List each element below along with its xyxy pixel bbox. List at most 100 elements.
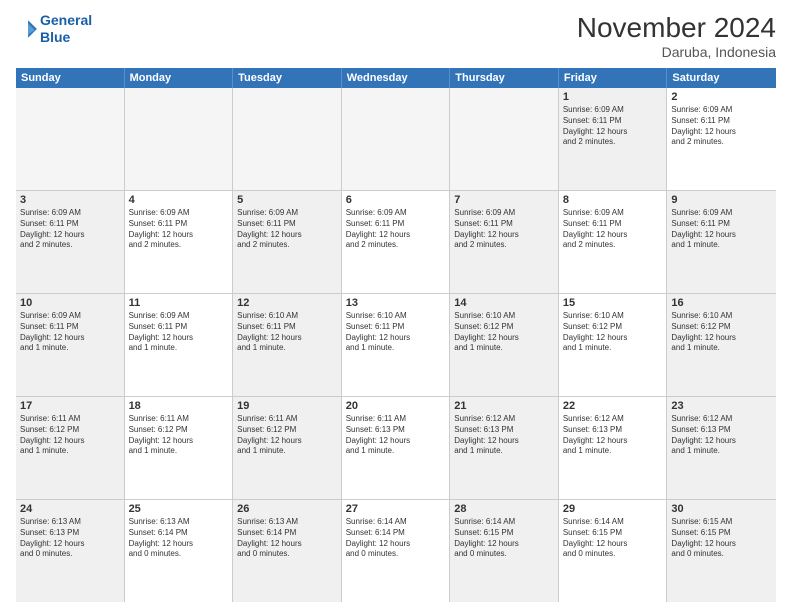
cal-cell-4-2: 26Sunrise: 6:13 AM Sunset: 6:14 PM Dayli… bbox=[233, 500, 342, 602]
cell-detail: Sunrise: 6:12 AM Sunset: 6:13 PM Dayligh… bbox=[563, 414, 663, 457]
day-number: 27 bbox=[346, 503, 446, 515]
cell-detail: Sunrise: 6:09 AM Sunset: 6:11 PM Dayligh… bbox=[346, 208, 446, 251]
cal-cell-4-6: 30 Sunrise: 6:15 AM Sunset: 6:15 PM Dayli… bbox=[667, 500, 776, 602]
cal-cell-2-5: 15Sunrise: 6:10 AM Sunset: 6:12 PM Dayli… bbox=[559, 294, 668, 396]
day-number: 17 bbox=[20, 400, 120, 412]
cell-detail: Sunrise: 6:10 AM Sunset: 6:12 PM Dayligh… bbox=[454, 311, 554, 354]
cal-cell-4-3: 27 Sunrise: 6:14 AM Sunset: 6:14 PM Dayli… bbox=[342, 500, 451, 602]
day-number: 30 bbox=[671, 503, 772, 515]
cal-header-sunday: Sunday bbox=[16, 68, 125, 88]
calendar-header: SundayMondayTuesdayWednesdayThursdayFrid… bbox=[16, 68, 776, 88]
cell-detail: Sunrise: 6:13 AM Sunset: 6:14 PM Dayligh… bbox=[129, 517, 229, 560]
cal-cell-3-2: 19Sunrise: 6:11 AM Sunset: 6:12 PM Dayli… bbox=[233, 397, 342, 499]
cal-cell-2-2: 12 Sunrise: 6:10 AM Sunset: 6:11 PM Dayli… bbox=[233, 294, 342, 396]
day-number: 24 bbox=[20, 503, 120, 515]
day-number: 2 bbox=[671, 91, 772, 103]
subtitle: Daruba, Indonesia bbox=[577, 44, 776, 60]
cal-week-0: 1Sunrise: 6:09 AM Sunset: 6:11 PM Daylig… bbox=[16, 88, 776, 191]
cal-cell-3-4: 21Sunrise: 6:12 AM Sunset: 6:13 PM Dayli… bbox=[450, 397, 559, 499]
cal-cell-2-6: 16Sunrise: 6:10 AM Sunset: 6:12 PM Dayli… bbox=[667, 294, 776, 396]
day-number: 28 bbox=[454, 503, 554, 515]
cell-detail: Sunrise: 6:09 AM Sunset: 6:11 PM Dayligh… bbox=[20, 208, 120, 251]
cal-cell-2-3: 13 Sunrise: 6:10 AM Sunset: 6:11 PM Dayli… bbox=[342, 294, 451, 396]
cal-cell-3-1: 18 Sunrise: 6:11 AM Sunset: 6:12 PM Dayli… bbox=[125, 397, 234, 499]
cell-detail: Sunrise: 6:09 AM Sunset: 6:11 PM Dayligh… bbox=[129, 311, 229, 354]
cell-detail: Sunrise: 6:09 AM Sunset: 6:11 PM Dayligh… bbox=[129, 208, 229, 251]
day-number: 3 bbox=[20, 194, 120, 206]
calendar-body: 1Sunrise: 6:09 AM Sunset: 6:11 PM Daylig… bbox=[16, 88, 776, 602]
day-number: 14 bbox=[454, 297, 554, 309]
day-number: 22 bbox=[563, 400, 663, 412]
cell-detail: Sunrise: 6:09 AM Sunset: 6:11 PM Dayligh… bbox=[563, 105, 663, 148]
day-number: 10 bbox=[20, 297, 120, 309]
cal-header-monday: Monday bbox=[125, 68, 234, 88]
cal-cell-0-0 bbox=[16, 88, 125, 190]
cal-header-thursday: Thursday bbox=[450, 68, 559, 88]
main-title: November 2024 bbox=[577, 12, 776, 44]
cal-cell-2-4: 14 Sunrise: 6:10 AM Sunset: 6:12 PM Dayli… bbox=[450, 294, 559, 396]
cal-week-3: 17 Sunrise: 6:11 AM Sunset: 6:12 PM Dayli… bbox=[16, 397, 776, 500]
day-number: 11 bbox=[129, 297, 229, 309]
cell-detail: Sunrise: 6:12 AM Sunset: 6:13 PM Dayligh… bbox=[454, 414, 554, 457]
cal-cell-4-4: 28Sunrise: 6:14 AM Sunset: 6:15 PM Dayli… bbox=[450, 500, 559, 602]
day-number: 5 bbox=[237, 194, 337, 206]
cell-detail: Sunrise: 6:14 AM Sunset: 6:15 PM Dayligh… bbox=[563, 517, 663, 560]
cell-detail: Sunrise: 6:14 AM Sunset: 6:14 PM Dayligh… bbox=[346, 517, 446, 560]
cal-week-2: 10 Sunrise: 6:09 AM Sunset: 6:11 PM Dayli… bbox=[16, 294, 776, 397]
cal-header-wednesday: Wednesday bbox=[342, 68, 451, 88]
calendar: SundayMondayTuesdayWednesdayThursdayFrid… bbox=[16, 68, 776, 602]
logo-icon bbox=[16, 18, 38, 40]
cell-detail: Sunrise: 6:09 AM Sunset: 6:11 PM Dayligh… bbox=[671, 105, 772, 148]
cal-cell-4-5: 29 Sunrise: 6:14 AM Sunset: 6:15 PM Dayli… bbox=[559, 500, 668, 602]
day-number: 7 bbox=[454, 194, 554, 206]
day-number: 29 bbox=[563, 503, 663, 515]
cell-detail: Sunrise: 6:09 AM Sunset: 6:11 PM Dayligh… bbox=[671, 208, 772, 251]
day-number: 9 bbox=[671, 194, 772, 206]
day-number: 20 bbox=[346, 400, 446, 412]
header: General Blue November 2024 Daruba, Indon… bbox=[16, 12, 776, 60]
cal-cell-4-0: 24Sunrise: 6:13 AM Sunset: 6:13 PM Dayli… bbox=[16, 500, 125, 602]
cell-detail: Sunrise: 6:10 AM Sunset: 6:11 PM Dayligh… bbox=[237, 311, 337, 354]
cal-cell-0-4 bbox=[450, 88, 559, 190]
cal-cell-3-6: 23 Sunrise: 6:12 AM Sunset: 6:13 PM Dayli… bbox=[667, 397, 776, 499]
cal-cell-1-1: 4 Sunrise: 6:09 AM Sunset: 6:11 PM Daylig… bbox=[125, 191, 234, 293]
cal-cell-3-0: 17 Sunrise: 6:11 AM Sunset: 6:12 PM Dayli… bbox=[16, 397, 125, 499]
cell-detail: Sunrise: 6:09 AM Sunset: 6:11 PM Dayligh… bbox=[237, 208, 337, 251]
day-number: 12 bbox=[237, 297, 337, 309]
cell-detail: Sunrise: 6:15 AM Sunset: 6:15 PM Dayligh… bbox=[671, 517, 772, 560]
day-number: 18 bbox=[129, 400, 229, 412]
cal-cell-0-2 bbox=[233, 88, 342, 190]
cal-week-1: 3 Sunrise: 6:09 AM Sunset: 6:11 PM Daylig… bbox=[16, 191, 776, 294]
cal-cell-1-4: 7 Sunrise: 6:09 AM Sunset: 6:11 PM Daylig… bbox=[450, 191, 559, 293]
cal-cell-0-6: 2 Sunrise: 6:09 AM Sunset: 6:11 PM Daylig… bbox=[667, 88, 776, 190]
cell-detail: Sunrise: 6:11 AM Sunset: 6:13 PM Dayligh… bbox=[346, 414, 446, 457]
cal-cell-0-3 bbox=[342, 88, 451, 190]
cal-week-4: 24Sunrise: 6:13 AM Sunset: 6:13 PM Dayli… bbox=[16, 500, 776, 602]
day-number: 25 bbox=[129, 503, 229, 515]
cal-cell-1-6: 9 Sunrise: 6:09 AM Sunset: 6:11 PM Daylig… bbox=[667, 191, 776, 293]
cell-detail: Sunrise: 6:10 AM Sunset: 6:12 PM Dayligh… bbox=[671, 311, 772, 354]
cal-cell-1-0: 3 Sunrise: 6:09 AM Sunset: 6:11 PM Daylig… bbox=[16, 191, 125, 293]
day-number: 13 bbox=[346, 297, 446, 309]
cal-cell-1-3: 6Sunrise: 6:09 AM Sunset: 6:11 PM Daylig… bbox=[342, 191, 451, 293]
cal-cell-2-1: 11 Sunrise: 6:09 AM Sunset: 6:11 PM Dayli… bbox=[125, 294, 234, 396]
cal-cell-3-5: 22 Sunrise: 6:12 AM Sunset: 6:13 PM Dayli… bbox=[559, 397, 668, 499]
cell-detail: Sunrise: 6:12 AM Sunset: 6:13 PM Dayligh… bbox=[671, 414, 772, 457]
cal-cell-3-3: 20 Sunrise: 6:11 AM Sunset: 6:13 PM Dayli… bbox=[342, 397, 451, 499]
cell-detail: Sunrise: 6:09 AM Sunset: 6:11 PM Dayligh… bbox=[454, 208, 554, 251]
cell-detail: Sunrise: 6:11 AM Sunset: 6:12 PM Dayligh… bbox=[20, 414, 120, 457]
day-number: 4 bbox=[129, 194, 229, 206]
cell-detail: Sunrise: 6:09 AM Sunset: 6:11 PM Dayligh… bbox=[563, 208, 663, 251]
cal-header-tuesday: Tuesday bbox=[233, 68, 342, 88]
title-block: November 2024 Daruba, Indonesia bbox=[577, 12, 776, 60]
logo: General Blue bbox=[16, 12, 92, 46]
cell-detail: Sunrise: 6:09 AM Sunset: 6:11 PM Dayligh… bbox=[20, 311, 120, 354]
day-number: 8 bbox=[563, 194, 663, 206]
cell-detail: Sunrise: 6:11 AM Sunset: 6:12 PM Dayligh… bbox=[129, 414, 229, 457]
cal-cell-2-0: 10 Sunrise: 6:09 AM Sunset: 6:11 PM Dayli… bbox=[16, 294, 125, 396]
cal-cell-4-1: 25 Sunrise: 6:13 AM Sunset: 6:14 PM Dayli… bbox=[125, 500, 234, 602]
cal-header-friday: Friday bbox=[559, 68, 668, 88]
cal-header-saturday: Saturday bbox=[667, 68, 776, 88]
day-number: 23 bbox=[671, 400, 772, 412]
cell-detail: Sunrise: 6:10 AM Sunset: 6:11 PM Dayligh… bbox=[346, 311, 446, 354]
